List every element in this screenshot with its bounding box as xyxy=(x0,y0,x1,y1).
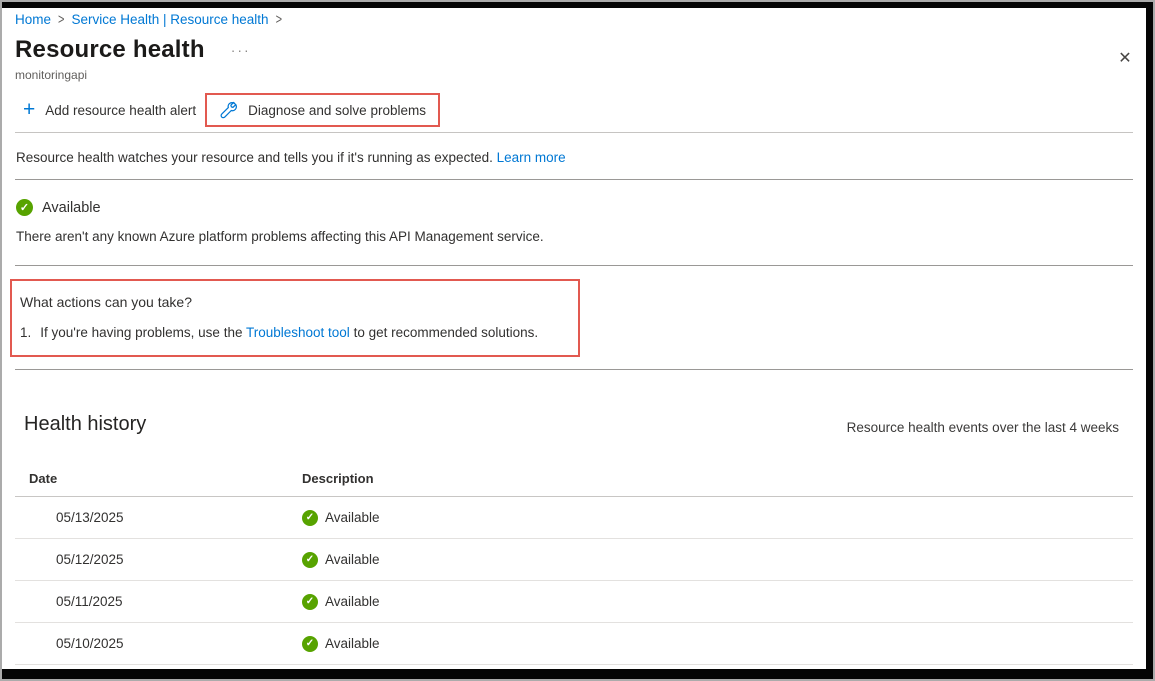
available-check-icon: ✓ xyxy=(302,510,318,526)
actions-text-prefix: If you're having problems, use the xyxy=(40,325,242,340)
column-header-description: Description xyxy=(302,471,1133,486)
close-icon[interactable]: ✕ xyxy=(1113,46,1137,70)
diagnose-and-solve-problems-button[interactable]: Diagnose and solve problems xyxy=(219,101,426,120)
intro-sentence: Resource health watches your resource an… xyxy=(16,150,493,165)
diagnose-label: Diagnose and solve problems xyxy=(248,103,426,118)
table-row: 05/10/2025 ✓ Available xyxy=(15,623,1133,665)
date-cell: 05/10/2025 xyxy=(15,636,302,651)
table-header-row: Date Description xyxy=(15,460,1133,497)
table-row: 05/12/2025 ✓ Available xyxy=(15,539,1133,581)
frame-border-top xyxy=(2,2,1153,8)
available-check-icon: ✓ xyxy=(16,199,33,216)
breadcrumb-link-service-health[interactable]: Service Health | Resource health xyxy=(71,12,268,27)
health-history-note: Resource health events over the last 4 w… xyxy=(847,420,1119,436)
actions-list-item: 1. If you're having problems, use the Tr… xyxy=(20,325,564,340)
status-text: Available xyxy=(325,636,380,651)
resource-name: monitoringapi xyxy=(15,68,1133,82)
add-resource-health-alert-button[interactable]: + Add resource health alert xyxy=(23,101,196,119)
breadcrumb-link-home[interactable]: Home xyxy=(15,12,51,27)
chevron-right-icon: > xyxy=(276,11,282,27)
health-history-header: Health history Resource health events ov… xyxy=(15,413,1133,436)
annotation-box-diagnose: Diagnose and solve problems xyxy=(205,93,440,127)
date-cell: 05/11/2025 xyxy=(15,594,302,609)
column-header-date: Date xyxy=(15,471,302,486)
actions-heading: What actions can you take? xyxy=(20,294,564,310)
actions-text-suffix: to get recommended solutions. xyxy=(354,325,539,340)
list-item-text: If you're having problems, use the Troub… xyxy=(40,325,538,340)
chevron-right-icon: > xyxy=(58,11,64,27)
status-label: Available xyxy=(42,200,101,216)
table-row: 05/11/2025 ✓ Available xyxy=(15,581,1133,623)
troubleshoot-tool-link[interactable]: Troubleshoot tool xyxy=(246,325,350,340)
divider xyxy=(15,179,1133,180)
resource-health-blade: Home > Service Health | Resource health … xyxy=(3,8,1145,669)
status-detail: There aren't any known Azure platform pr… xyxy=(15,229,1133,244)
status-text: Available xyxy=(325,594,380,609)
status-cell: ✓ Available xyxy=(302,552,1133,568)
health-history-table: Date Description 05/13/2025 ✓ Available … xyxy=(15,460,1133,665)
health-history-title: Health history xyxy=(24,413,146,436)
list-item-number: 1. xyxy=(20,325,31,340)
frame-border-bottom xyxy=(2,669,1153,679)
status-text: Available xyxy=(325,552,380,567)
intro-text: Resource health watches your resource an… xyxy=(15,133,1133,179)
command-bar: + Add resource health alert Diagnose and… xyxy=(15,93,1133,127)
available-check-icon: ✓ xyxy=(302,636,318,652)
blade-header: Resource health ··· xyxy=(15,36,1133,64)
more-options-icon[interactable]: ··· xyxy=(231,45,251,55)
learn-more-link[interactable]: Learn more xyxy=(497,150,566,165)
divider xyxy=(15,265,1133,266)
available-check-icon: ✓ xyxy=(302,552,318,568)
status-cell: ✓ Available xyxy=(302,594,1133,610)
date-cell: 05/12/2025 xyxy=(15,552,302,567)
annotation-box-actions: What actions can you take? 1. If you're … xyxy=(10,279,580,357)
add-alert-label: Add resource health alert xyxy=(45,103,196,118)
page-title: Resource health xyxy=(15,36,205,64)
wrench-icon xyxy=(219,101,238,120)
frame-border-right xyxy=(1146,2,1153,679)
status-cell: ✓ Available xyxy=(302,510,1133,526)
plus-icon: + xyxy=(23,101,35,119)
screenshot-frame: Home > Service Health | Resource health … xyxy=(0,0,1155,681)
status-text: Available xyxy=(325,510,380,525)
breadcrumb: Home > Service Health | Resource health … xyxy=(15,8,1133,27)
date-cell: 05/13/2025 xyxy=(15,510,302,525)
divider xyxy=(15,369,1133,370)
current-status: ✓ Available xyxy=(15,199,1133,216)
available-check-icon: ✓ xyxy=(302,594,318,610)
table-row: 05/13/2025 ✓ Available xyxy=(15,497,1133,539)
status-cell: ✓ Available xyxy=(302,636,1133,652)
